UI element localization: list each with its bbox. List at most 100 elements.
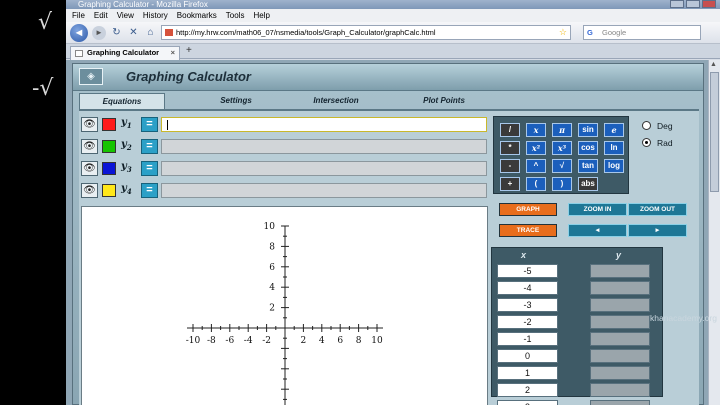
key-power[interactable]: ^: [526, 159, 546, 173]
graph-area[interactable]: -10 -8 -6 -4 -2 2 4 6 8 10 10 8 6 4 2: [81, 206, 488, 405]
scroll-thumb[interactable]: [710, 72, 719, 192]
eye-icon[interactable]: 👁: [81, 161, 98, 176]
equation-row-3: 👁 y3 =: [81, 161, 501, 176]
close-tab-icon[interactable]: ×: [171, 47, 175, 59]
table-x-cell[interactable]: -5: [497, 264, 558, 278]
table-x-cell[interactable]: -2: [497, 315, 558, 329]
tab-plot-points[interactable]: Plot Points: [401, 93, 487, 109]
page-scrollbar[interactable]: ▲: [708, 60, 720, 405]
menu-view[interactable]: View: [117, 11, 134, 20]
equals-button-2[interactable]: =: [141, 139, 158, 154]
y-tick-label: 6: [269, 263, 275, 273]
zoom-in-button[interactable]: ZOOM IN: [568, 203, 627, 216]
menu-file[interactable]: File: [72, 11, 85, 20]
key-sqrt[interactable]: √: [552, 159, 572, 173]
key-abs[interactable]: abs: [578, 177, 598, 191]
bookmark-star-icon[interactable]: ☆: [559, 26, 567, 39]
forward-button[interactable]: ►: [92, 25, 106, 40]
table-x-cell[interactable]: -4: [497, 281, 558, 295]
color-swatch-3[interactable]: [102, 162, 116, 175]
eye-icon[interactable]: 👁: [81, 117, 98, 132]
eye-icon[interactable]: 👁: [81, 139, 98, 154]
key-sin[interactable]: sin: [578, 123, 598, 137]
back-button[interactable]: ◄: [70, 23, 88, 42]
x-tick-label: 8: [356, 336, 362, 346]
key-x[interactable]: x: [526, 123, 546, 137]
page-content: ◈ Graphing Calculator Equations Settings…: [66, 60, 720, 405]
minimize-button[interactable]: [670, 0, 684, 8]
color-swatch-2[interactable]: [102, 140, 116, 153]
menu-tools[interactable]: Tools: [226, 11, 245, 20]
scroll-up-icon[interactable]: ▲: [710, 61, 717, 68]
table-y-cell: [590, 400, 650, 405]
equation-input-1[interactable]: [161, 117, 487, 132]
equation-label-3: y3: [121, 161, 132, 174]
tab-intersection[interactable]: Intersection: [291, 93, 381, 109]
tab-settings[interactable]: Settings: [199, 93, 273, 109]
menu-bar: File Edit View History Bookmarks Tools H…: [66, 9, 720, 22]
color-swatch-4[interactable]: [102, 184, 116, 197]
table-y-cell: [590, 281, 650, 295]
key-x-cubed[interactable]: x³: [552, 141, 572, 155]
eye-icon[interactable]: 👁: [81, 183, 98, 198]
new-tab-icon[interactable]: +: [186, 45, 192, 56]
equation-input-2[interactable]: [161, 139, 487, 154]
deg-radio[interactable]: Deg: [642, 121, 673, 131]
equals-button-4[interactable]: =: [141, 183, 158, 198]
menu-edit[interactable]: Edit: [94, 11, 108, 20]
search-placeholder: Google: [602, 28, 627, 37]
search-input[interactable]: G Google: [583, 25, 701, 40]
equals-button-1[interactable]: =: [141, 117, 158, 132]
trace-left-button[interactable]: ◄: [568, 224, 627, 237]
trace-right-button[interactable]: ►: [628, 224, 687, 237]
key-plus[interactable]: +: [500, 177, 520, 191]
key-e[interactable]: e: [604, 123, 624, 137]
key-divide[interactable]: /: [500, 123, 520, 137]
key-pi[interactable]: π: [552, 123, 572, 137]
key-close-paren[interactable]: ): [552, 177, 572, 191]
site-favicon-icon: [165, 29, 173, 36]
key-cos[interactable]: cos: [578, 141, 598, 155]
stop-icon[interactable]: ✕: [127, 26, 140, 39]
key-multiply[interactable]: *: [500, 141, 520, 155]
key-x-squared[interactable]: x²: [526, 141, 546, 155]
table-x-cell[interactable]: 3: [497, 400, 558, 405]
reload-icon[interactable]: ↻: [110, 26, 123, 39]
equation-input-4[interactable]: [161, 183, 487, 198]
app-title: Graphing Calculator: [126, 69, 251, 84]
google-icon: G: [587, 28, 593, 37]
key-ln[interactable]: ln: [604, 141, 624, 155]
key-tan[interactable]: tan: [578, 159, 598, 173]
table-x-cell[interactable]: 0: [497, 349, 558, 363]
tab-favicon-icon: [75, 50, 83, 57]
browser-tab[interactable]: Graphing Calculator ×: [70, 46, 180, 60]
key-minus[interactable]: -: [500, 159, 520, 173]
window-title: Graphing Calculator - Mozilla Firefox: [78, 0, 208, 9]
table-x-cell[interactable]: -3: [497, 298, 558, 312]
color-swatch-1[interactable]: [102, 118, 116, 131]
screen: √ -√ Graphing Calculator - Mozilla Firef…: [0, 0, 720, 405]
equation-input-3[interactable]: [161, 161, 487, 176]
equation-row-2: 👁 y2 =: [81, 139, 501, 154]
zoom-out-button[interactable]: ZOOM OUT: [628, 203, 687, 216]
equals-button-3[interactable]: =: [141, 161, 158, 176]
tab-equations[interactable]: Equations: [79, 93, 165, 109]
trace-button[interactable]: TRACE: [499, 224, 557, 237]
close-window-button[interactable]: [702, 0, 716, 8]
table-x-cell[interactable]: 1: [497, 366, 558, 380]
rad-radio[interactable]: Rad: [642, 138, 673, 148]
table-x-cell[interactable]: 2: [497, 383, 558, 397]
chalk-scribble-bottom: -√: [32, 76, 54, 101]
menu-help[interactable]: Help: [253, 11, 269, 20]
maximize-button[interactable]: [686, 0, 700, 8]
arrow-left-icon: ◄: [73, 26, 85, 39]
menu-history[interactable]: History: [143, 11, 168, 20]
home-icon[interactable]: ⌂: [144, 26, 157, 39]
key-open-paren[interactable]: (: [526, 177, 546, 191]
menu-bookmarks[interactable]: Bookmarks: [177, 11, 217, 20]
url-bar[interactable]: http://my.hrw.com/math06_07/nsmedia/tool…: [161, 25, 571, 40]
table-x-cell[interactable]: -1: [497, 332, 558, 346]
key-log[interactable]: log: [604, 159, 624, 173]
table-y-cell: [590, 298, 650, 312]
graph-button[interactable]: GRAPH: [499, 203, 557, 216]
